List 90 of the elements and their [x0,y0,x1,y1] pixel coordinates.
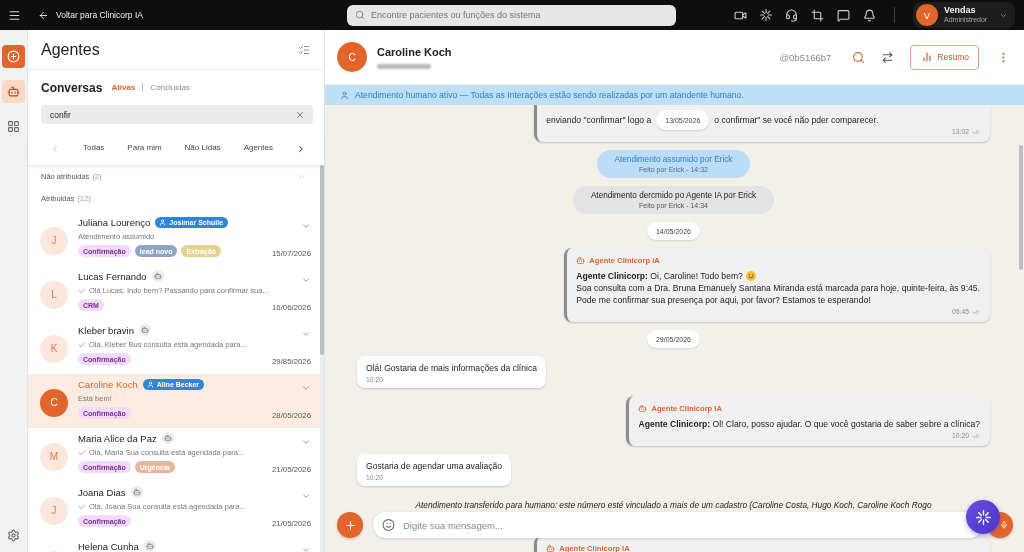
search-field[interactable]: Encontre pacientes ou funções do sistema [347,4,676,26]
checklist-icon[interactable] [298,43,310,56]
robot-icon [546,543,556,552]
conversation-item[interactable]: Helena Cunha [28,536,320,552]
scrollbar-thumb[interactable] [320,165,324,355]
chevron-down-icon[interactable] [301,437,311,447]
robot-icon [638,403,648,413]
filter-tab[interactable]: Agentes [243,141,273,156]
clear-icon[interactable] [295,109,305,120]
plus-icon [343,518,357,532]
filter-tab[interactable]: Para mim [127,141,162,156]
panel-title: Agentes [41,40,100,59]
back-arrow-icon [38,9,49,21]
chevron-down-icon[interactable] [301,275,311,285]
search-icon[interactable] [852,50,866,64]
contact-avatar: C [40,388,68,417]
chevron-right-icon[interactable] [296,143,306,154]
double-check-icon [972,307,980,316]
status-filter[interactable]: Ativas [111,83,136,92]
contact-name: Joana Dias [78,486,126,498]
message-text: Agente Clinicorp: Oi, Caroline! Todo bem? [576,270,743,282]
event-text: Atendimento assumido por Erick [614,154,733,165]
robot-icon [139,324,151,336]
message-text: Agente Clinicorp: Ol! Claro, posso ajudar. O que você gostaria de saber sebre a clínica? [638,418,980,430]
robot-icon [130,486,143,498]
sparkle-icon [975,509,991,525]
crop-icon[interactable] [811,8,824,22]
grid-icon [7,120,20,133]
robot-icon [7,85,20,98]
double-check-icon [972,127,980,136]
contact-avatar: K [40,334,68,363]
mic-icon [1000,521,1008,529]
robot-icon [161,432,174,444]
event-text: Atendimento dercmido po Agente IA por Erick [590,190,757,201]
chat-bubble-icon[interactable] [837,8,850,22]
swap-arrows-icon[interactable] [881,50,895,64]
contact-handle: @0b5166b7 [779,51,832,63]
chevron-down-icon[interactable] [301,383,311,393]
bar-chart-icon [922,52,933,62]
user-name: Vendas [944,6,976,17]
back-link[interactable]: Voltar para Clinicorp IA [38,9,143,21]
circle-plus-icon [7,50,20,63]
transfer-note: Atendimento transferido para humano: este número esté vinculado a mais de um cadastro (Caroline Costa, Hugo Koch, Caroline Koch Rogo [415,500,932,511]
search-input[interactable]: confir [41,105,313,124]
person-icon [159,218,167,226]
message-text: o confirmar" se você não pder comparecer. [714,114,879,126]
contact-avatar: J [40,226,68,255]
message-text: Gostaria de agendar uma avaliação [366,460,503,472]
contact-avatar: L [40,280,68,309]
add-button[interactable] [2,45,25,68]
sparkle-icon[interactable] [760,9,772,21]
blurred-phone-number [377,63,431,69]
status-filter[interactable]: Concluidas [150,83,190,92]
search-icon [355,10,365,20]
filter-tab[interactable]: Não Lidas [184,141,221,156]
bell-icon[interactable] [863,8,876,22]
section-title: Conversas [41,80,103,95]
person-icon [340,90,349,100]
contact-name: Caroline Koch [78,378,138,390]
robot-icon [151,270,164,282]
chevron-down-icon[interactable] [301,329,311,339]
chevron-down-icon[interactable] [301,545,311,552]
person-icon [146,380,154,388]
contact-name: Maria Alice da Paz [78,432,157,444]
summary-button[interactable]: Resumo [910,44,979,70]
contact-avatar: M [40,442,68,471]
scrollbar-thumb[interactable] [1019,145,1023,270]
message-text: Olá! Gostaria de mais informações da clínica [366,362,537,374]
contact-name: Kleber bravin [78,324,134,336]
message-text: enviando "confirmar" logo a [546,114,652,126]
user-avatar: V [916,4,938,26]
double-check-icon [972,431,980,440]
contact-name: Juliana Lourenço [78,216,151,228]
chevron-down-icon[interactable] [301,221,311,231]
headset-icon[interactable] [785,8,798,22]
contact-avatar: J [40,496,68,525]
message-text: Soa consulta com a Dra. Bruna Emanuely Santana Miranda está marcada para hoje, quinte-feira, às 9:45. [576,282,980,294]
contact-name: Helena Cunha [78,540,139,552]
message-text: Pode me confirmar sua presença por aqui, por favor? Estamos te esperando! [576,294,871,306]
agents-nav-button[interactable] [2,80,25,103]
contact-name: Lucas Fernando [78,270,147,282]
robot-icon [576,255,586,265]
emoji-icon[interactable] [382,518,395,532]
menu-icon[interactable] [8,8,21,22]
filter-tab[interactable]: Todas [83,141,105,156]
chevron-down-icon[interactable] [301,491,311,501]
contact-name: Caroline Koch [377,45,452,58]
contact-avatar: C [337,42,367,72]
settings-icon[interactable] [7,529,20,542]
banner-text: Atendimento humano ativo — Todas as Interações estão sendo realizadas por um atandente humano. [355,90,744,100]
